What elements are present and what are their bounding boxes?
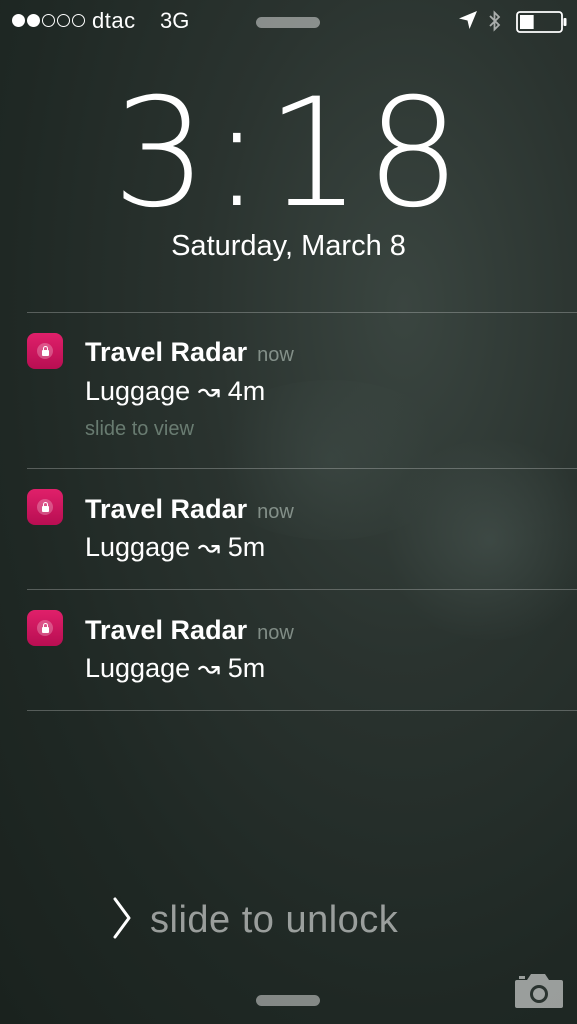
location-arrow-icon (458, 10, 478, 35)
camera-icon[interactable] (513, 970, 565, 1015)
battery-icon (516, 11, 568, 38)
notification-time: now (257, 344, 294, 366)
signal-dot (12, 14, 25, 27)
notification-item[interactable]: Travel Radar now Luggage ↝ 5m (0, 469, 577, 589)
notification-message: Luggage ↝ 4m (85, 376, 266, 406)
lock-icon (41, 622, 49, 633)
notification-app-name: Travel Radar (85, 494, 248, 524)
carrier-name: dtac (92, 8, 136, 33)
travel-radar-app-icon (27, 333, 63, 369)
slide-to-unlock[interactable]: slide to unlock (112, 895, 398, 945)
bluetooth-icon (487, 9, 503, 38)
notification-message: Luggage ↝ 5m (85, 653, 266, 683)
notification-time: now (257, 622, 294, 644)
notification-center-grabber[interactable] (256, 17, 320, 28)
network-type: 3G (160, 8, 190, 33)
slide-to-view-hint: slide to view (85, 418, 194, 440)
slide-to-unlock-label: slide to unlock (150, 898, 399, 941)
travel-radar-app-icon (27, 489, 63, 525)
notification-app-name: Travel Radar (85, 337, 248, 367)
signal-dot (57, 14, 70, 27)
control-center-grabber[interactable] (256, 995, 320, 1006)
signal-dot (42, 14, 55, 27)
signal-dot (27, 14, 40, 27)
travel-radar-app-icon (27, 610, 63, 646)
lock-screen-time: 3:18 (112, 67, 465, 241)
status-bar: dtac 3G (0, 0, 577, 44)
lock-icon (41, 501, 49, 512)
lock-screen-date: Saturday, March 8 (171, 230, 406, 262)
notification-item[interactable]: Travel Radar now Luggage ↝ 4m slide to vi… (0, 313, 577, 468)
signal-dot (72, 14, 85, 27)
notification-time: now (257, 501, 294, 523)
notification-title: Travel Radar now (85, 337, 294, 368)
notification-app-name: Travel Radar (85, 615, 248, 645)
lock-icon (41, 345, 49, 356)
notification-item[interactable]: Travel Radar now Luggage ↝ 5m (0, 590, 577, 710)
notification-title: Travel Radar now (85, 494, 294, 525)
notification-title: Travel Radar now (85, 615, 294, 646)
chevron-right-icon (112, 896, 132, 945)
notification-message: Luggage ↝ 5m (85, 532, 266, 562)
divider (27, 710, 577, 711)
signal-strength-indicator (12, 14, 85, 27)
